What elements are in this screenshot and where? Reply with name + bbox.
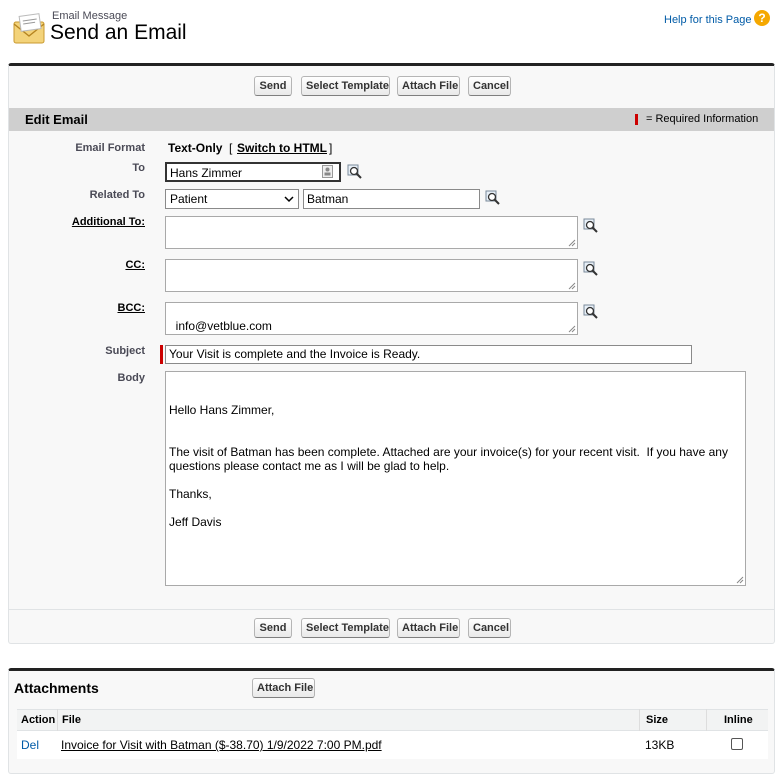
- to-value: Hans Zimmer: [170, 166, 243, 180]
- cc-textarea[interactable]: [165, 259, 578, 292]
- section-title: Edit Email: [25, 112, 88, 127]
- chevron-down-icon: [284, 196, 294, 203]
- bcc-label[interactable]: BCC:: [118, 302, 146, 314]
- select-template-button-bottom[interactable]: Select Template: [301, 618, 390, 638]
- to-label: To: [132, 162, 145, 174]
- related-to-label: Related To: [89, 189, 145, 201]
- bcc-textarea[interactable]: info@vetblue.com: [165, 302, 578, 335]
- page-title: Send an Email: [50, 21, 187, 44]
- send-button-top[interactable]: Send: [254, 76, 292, 96]
- related-to-lookup-icon[interactable]: [485, 190, 501, 206]
- column-header-action: Action: [21, 714, 56, 726]
- bottom-divider: [9, 609, 774, 610]
- resize-handle-icon[interactable]: [568, 282, 576, 290]
- related-to-value: Batman: [307, 192, 349, 206]
- column-divider: [57, 709, 58, 731]
- email-message-icon: [13, 13, 45, 44]
- attachments-title: Attachments: [14, 680, 99, 696]
- cc-label-wrap: CC:: [15, 259, 145, 271]
- related-to-field[interactable]: Batman: [303, 189, 480, 209]
- cancel-button-bottom[interactable]: Cancel: [468, 618, 511, 638]
- resize-handle-icon[interactable]: [568, 325, 576, 333]
- cancel-button-top[interactable]: Cancel: [468, 76, 511, 96]
- email-format-label: Email Format: [75, 142, 145, 154]
- bcc-value: info@vetblue.com: [175, 319, 272, 333]
- attachments-attach-file-button[interactable]: Attach File: [252, 678, 315, 698]
- attach-file-button-top[interactable]: Attach File: [397, 76, 460, 96]
- subject-label: Subject: [105, 345, 145, 357]
- additional-to-lookup-icon[interactable]: [583, 218, 599, 234]
- related-to-type-select[interactable]: Patient: [165, 189, 299, 209]
- send-button-bottom[interactable]: Send: [254, 618, 292, 638]
- help-icon[interactable]: ?: [754, 10, 770, 26]
- bcc-lookup-icon[interactable]: [583, 304, 599, 320]
- column-header-file: File: [62, 714, 81, 726]
- resize-handle-icon[interactable]: [568, 239, 576, 247]
- delete-attachment-link[interactable]: Del: [21, 738, 39, 752]
- related-to-type-value: Patient: [170, 192, 208, 206]
- select-template-button-top[interactable]: Select Template: [301, 76, 390, 96]
- additional-to-label-wrap: Additional To:: [15, 216, 145, 228]
- attach-file-button-bottom[interactable]: Attach File: [397, 618, 460, 638]
- to-lookup-icon[interactable]: [347, 164, 363, 180]
- help-link[interactable]: Help for this Page: [664, 14, 751, 26]
- column-divider: [639, 709, 640, 731]
- cc-label[interactable]: CC:: [125, 259, 145, 271]
- required-info-text: = Required Information: [646, 113, 759, 125]
- body-value: Hello Hans Zimmer, The visit of Batman h…: [169, 403, 728, 529]
- bcc-label-wrap: BCC:: [15, 302, 146, 314]
- column-header-size: Size: [646, 714, 669, 726]
- column-divider: [706, 709, 707, 731]
- subject-field[interactable]: Your Visit is complete and the Invoice i…: [165, 345, 692, 364]
- resize-handle-icon[interactable]: [736, 576, 744, 584]
- switch-bracket-open: [: [229, 141, 233, 155]
- subject-required-bar: [160, 345, 163, 364]
- contact-card-icon: [322, 165, 333, 178]
- column-header-inline: Inline: [724, 714, 753, 726]
- cc-lookup-icon[interactable]: [583, 261, 599, 277]
- body-textarea[interactable]: Hello Hans Zimmer, The visit of Batman h…: [165, 371, 746, 586]
- required-indicator: [635, 114, 638, 125]
- additional-to-textarea[interactable]: [165, 216, 578, 249]
- attachment-file-link[interactable]: Invoice for Visit with Batman ($-38.70) …: [61, 738, 382, 752]
- switch-bracket-close: ]: [329, 141, 333, 155]
- email-format-value: Text-Only: [168, 141, 223, 155]
- additional-to-label[interactable]: Additional To:: [72, 216, 145, 228]
- attachment-size: 13KB: [645, 738, 675, 752]
- switch-to-html-link[interactable]: Switch to HTML: [237, 141, 327, 155]
- inline-checkbox[interactable]: [731, 738, 743, 750]
- body-label: Body: [117, 372, 146, 384]
- subject-value: Your Visit is complete and the Invoice i…: [169, 347, 421, 361]
- to-field[interactable]: Hans Zimmer: [165, 162, 341, 182]
